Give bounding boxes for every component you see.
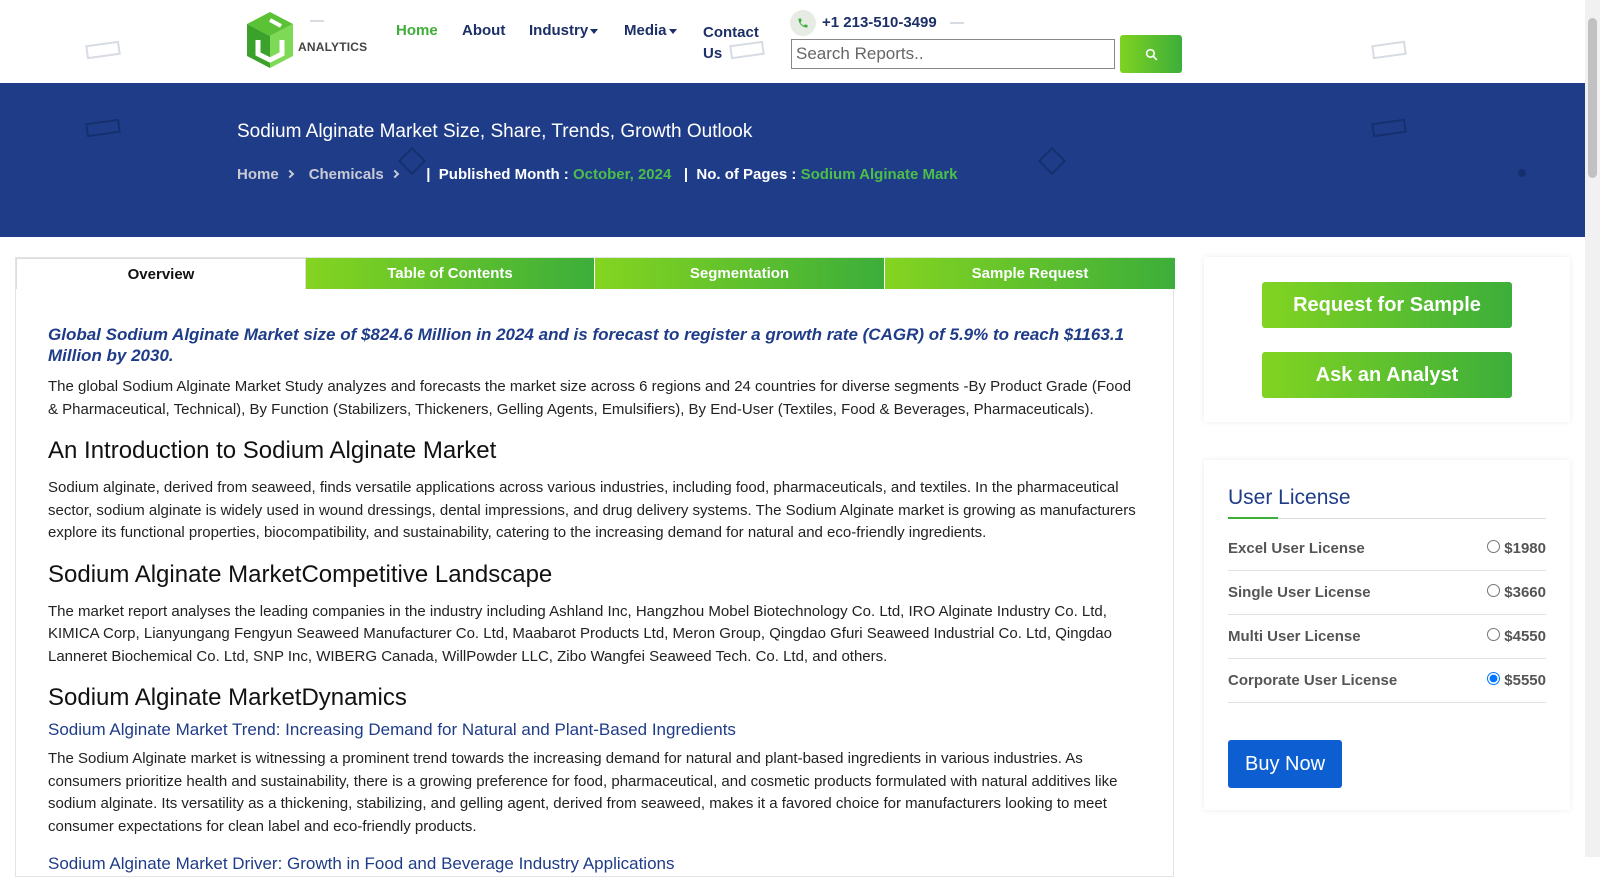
- competitive-heading: Sodium Alginate MarketCompetitive Landsc…: [48, 560, 553, 588]
- buy-now-button[interactable]: Buy Now: [1228, 740, 1342, 788]
- license-title: User License: [1228, 486, 1351, 509]
- license-card: User License Excel User License $1980 Si…: [1204, 460, 1570, 810]
- license-option-excel[interactable]: Excel User License $1980: [1228, 527, 1546, 571]
- nav-industry[interactable]: Industry: [529, 22, 599, 39]
- dynamics-heading: Sodium Alginate MarketDynamics: [48, 684, 407, 711]
- intro-body: Sodium alginate, derived from seaweed, f…: [48, 479, 1136, 541]
- chevron-down-icon: [668, 28, 677, 34]
- page-banner: Sodium Alginate Market Size, Share, Tren…: [0, 83, 1585, 237]
- phone-number[interactable]: +1 213-510-3499: [822, 14, 937, 31]
- breadcrumb-chemicals[interactable]: Chemicals: [309, 166, 384, 183]
- summary-body: The global Sodium Alginate Market Study …: [48, 378, 1132, 418]
- license-radio[interactable]: [1487, 584, 1501, 597]
- published-value: October, 2024: [572, 166, 672, 183]
- nav-contact-us[interactable]: Contact Us: [703, 22, 773, 64]
- nav-industry-label: Industry: [529, 22, 589, 39]
- license-radio[interactable]: [1487, 540, 1501, 553]
- decor-shape: [85, 118, 121, 138]
- intro-heading: An Introduction to Sodium Alginate Marke…: [48, 437, 497, 464]
- license-name: Excel User License: [1228, 540, 1365, 557]
- cta-card: Request for Sample Ask an Analyst: [1204, 257, 1570, 422]
- chevron-right-icon: [285, 169, 294, 179]
- pages-value: Sodium Alginate Mark: [800, 166, 958, 183]
- tab-table-of-contents[interactable]: Table of Contents: [306, 258, 594, 289]
- scrollbar-thumb[interactable]: [1588, 18, 1597, 178]
- title-underline: [1228, 517, 1278, 519]
- license-name: Corporate User License: [1228, 672, 1398, 689]
- logo-text: ANALYTICS: [298, 40, 368, 54]
- tab-overview[interactable]: Overview: [16, 258, 306, 289]
- request-sample-button[interactable]: Request for Sample: [1262, 282, 1512, 328]
- published-label: Published Month :: [438, 166, 569, 183]
- search-icon: [1145, 48, 1157, 60]
- decor-shape: [950, 22, 964, 24]
- license-price: $1980: [1504, 540, 1546, 557]
- nav-about[interactable]: About: [462, 22, 505, 39]
- nav-media-label: Media: [624, 22, 667, 39]
- chevron-right-icon: [390, 169, 399, 179]
- report-panel: Overview Table of Contents Segmentation …: [15, 257, 1175, 877]
- license-radio[interactable]: [1487, 672, 1501, 685]
- page-title: Sodium Alginate Market Size, Share, Tren…: [237, 121, 753, 142]
- license-price: $3660: [1504, 584, 1546, 601]
- overview-content: Global Sodium Alginate Market size of $8…: [48, 324, 1138, 882]
- decor-shape: [1037, 146, 1067, 176]
- breadcrumb-home[interactable]: Home: [237, 166, 279, 183]
- license-name: Single User License: [1228, 584, 1371, 601]
- license-price: $5550: [1504, 672, 1546, 689]
- driver-heading: Sodium Alginate Market Driver: Growth in…: [48, 854, 675, 873]
- search-input[interactable]: [791, 39, 1115, 69]
- tab-segmentation[interactable]: Segmentation: [595, 258, 884, 289]
- license-name: Multi User License: [1228, 628, 1361, 645]
- nav-home[interactable]: Home: [396, 22, 438, 39]
- separator: |: [417, 166, 439, 183]
- trend-heading: Sodium Alginate Market Trend: Increasing…: [48, 720, 736, 739]
- decor-shape: [1371, 118, 1407, 138]
- search-button[interactable]: [1120, 35, 1182, 73]
- ask-analyst-button[interactable]: Ask an Analyst: [1262, 352, 1512, 398]
- market-summary: Global Sodium Alginate Market size of $8…: [48, 325, 1125, 365]
- breadcrumb: Home Chemicals | Published Month : Octobe…: [237, 166, 958, 183]
- trend-body: The Sodium Alginate market is witnessing…: [48, 750, 1118, 835]
- tab-sample-request[interactable]: Sample Request: [885, 258, 1175, 289]
- page-scrollbar[interactable]: [1585, 0, 1600, 857]
- competitive-body: The market report analyses the leading c…: [48, 602, 1112, 665]
- separator: |: [675, 166, 697, 183]
- decor-shape: [85, 40, 121, 60]
- license-option-corporate[interactable]: Corporate User License $5550: [1228, 659, 1546, 703]
- phone-icon: [790, 10, 816, 36]
- pages-label: No. of Pages :: [696, 166, 797, 183]
- decor-shape: [1518, 169, 1526, 177]
- license-option-single[interactable]: Single User License $3660: [1228, 571, 1546, 615]
- license-option-multi[interactable]: Multi User License $4550: [1228, 615, 1546, 659]
- chevron-down-icon: [590, 28, 599, 34]
- license-radio[interactable]: [1487, 628, 1501, 641]
- site-header: ANALYTICS Home About Industry Media Cont…: [0, 0, 1585, 83]
- nav-media[interactable]: Media: [624, 22, 677, 39]
- license-price: $4550: [1504, 628, 1546, 645]
- decor-shape: [1371, 40, 1407, 60]
